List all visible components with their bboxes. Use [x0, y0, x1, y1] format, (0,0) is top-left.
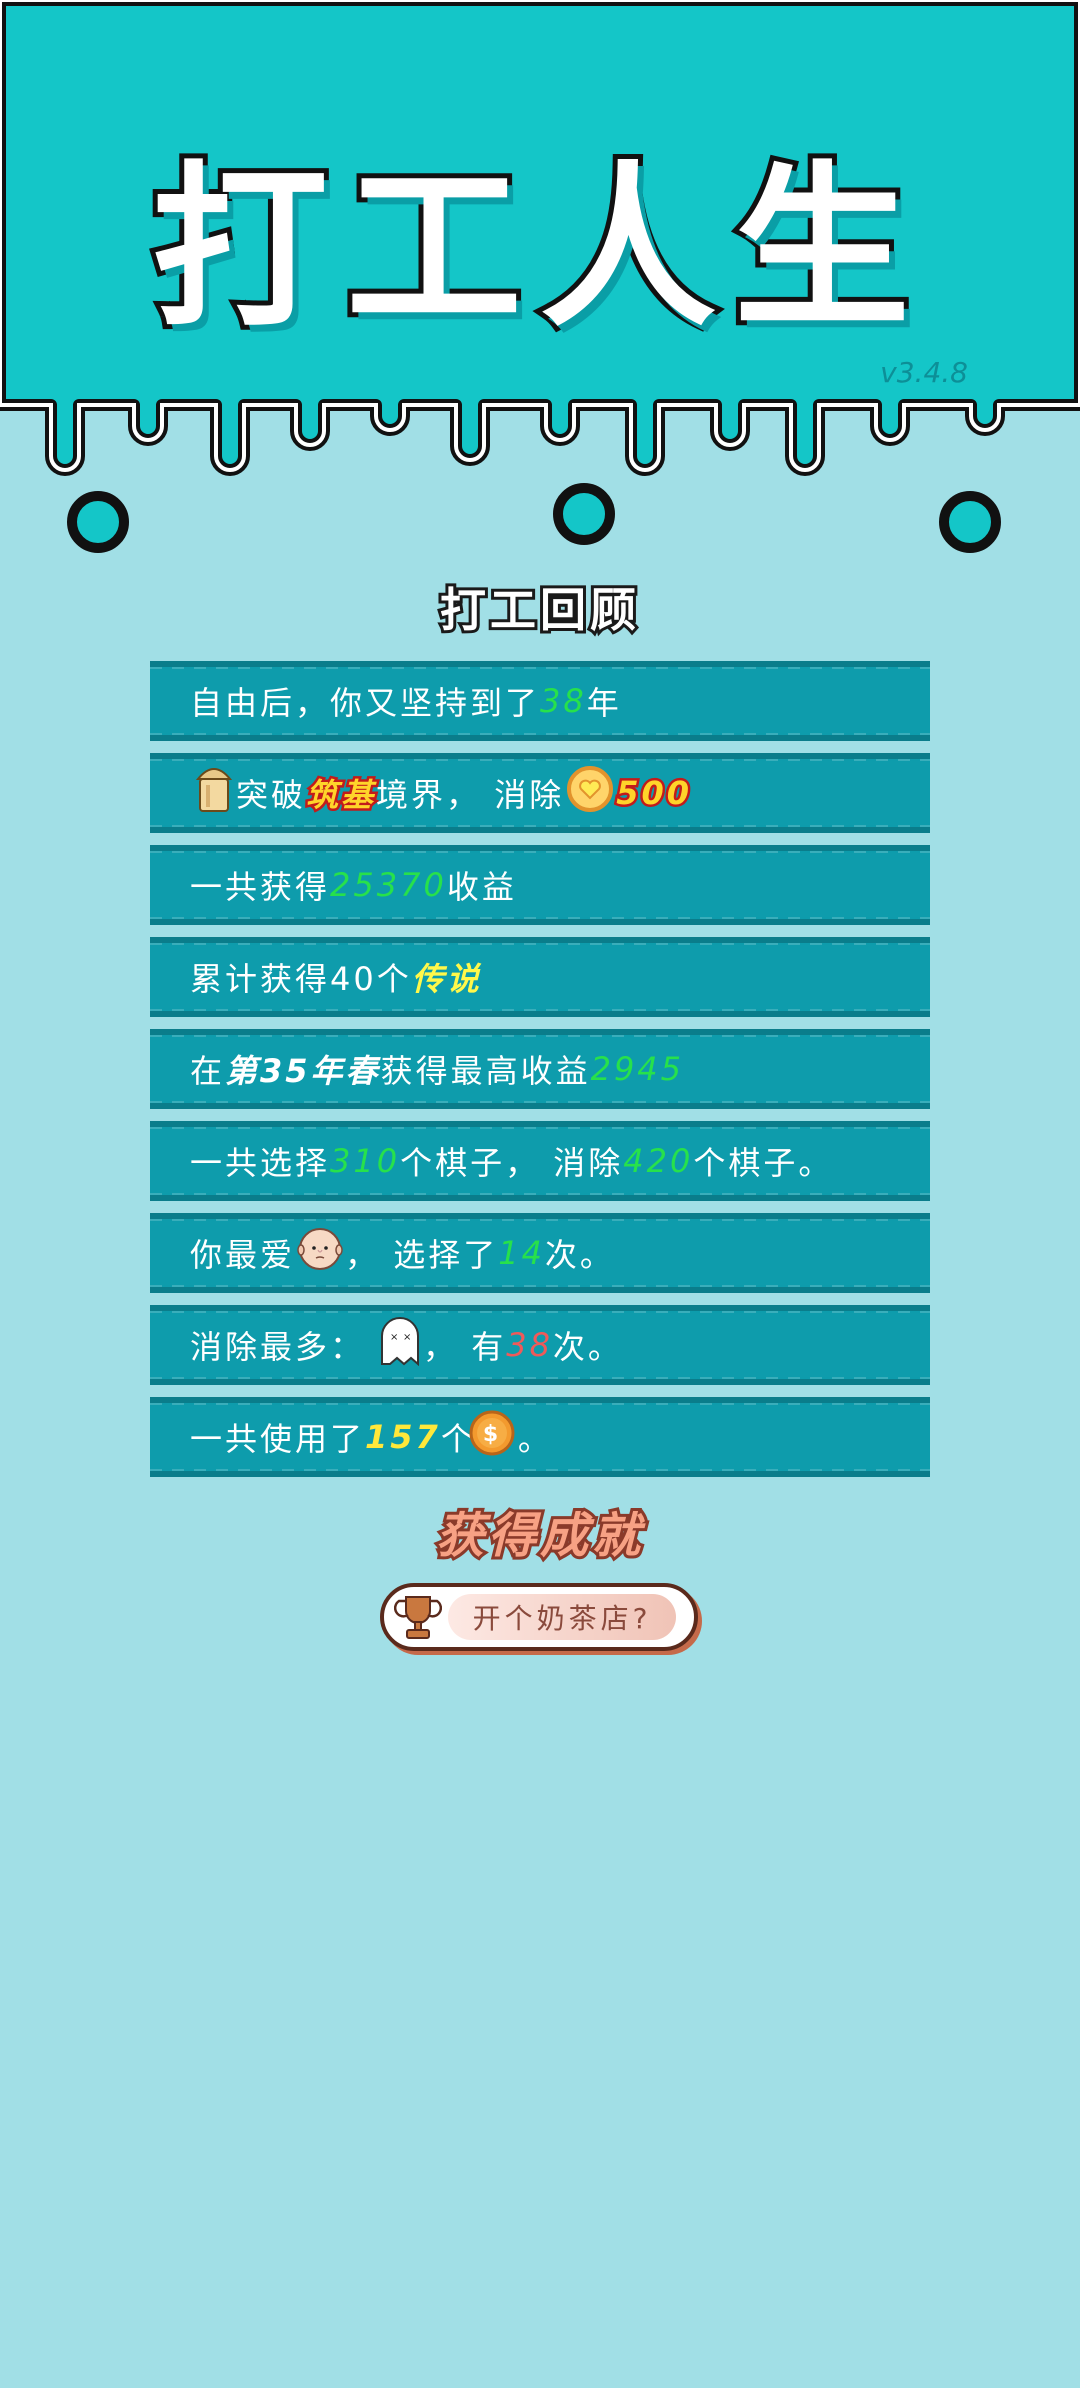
- stat-value: 157: [365, 1418, 441, 1456]
- dollar-coin-icon: $: [468, 1409, 516, 1465]
- stat-text: 。: [517, 1420, 553, 1458]
- svg-text:×: ×: [390, 1332, 401, 1343]
- achievement-badge[interactable]: 开个奶茶店?: [380, 1583, 698, 1651]
- stat-text: 个棋子， 消除: [400, 1144, 624, 1182]
- stat-row-best-income: 在 第35年春 获得最高收益 2945: [150, 1029, 930, 1109]
- stat-row-most-eliminated: 消除最多： × × ， 有 38 次。: [150, 1305, 930, 1385]
- drip-drop: [67, 491, 129, 553]
- heart-coin-icon: [566, 765, 614, 821]
- stat-value: 传说: [411, 960, 482, 998]
- stat-text: 个棋子。: [693, 1144, 834, 1182]
- bucket-icon: [194, 763, 234, 823]
- stat-row-realm: 突破 筑基 境界， 消除 500: [150, 753, 930, 833]
- stat-value: 38: [506, 1326, 553, 1364]
- stat-text: 年: [586, 684, 622, 722]
- stat-text: 在: [190, 1052, 226, 1090]
- stat-value: 14: [498, 1234, 545, 1272]
- stat-value: 500: [614, 772, 693, 815]
- trophy-icon: [394, 1593, 442, 1647]
- achievement-title: 获得成就: [433, 1505, 644, 1567]
- stat-row-favorite: 你最爱 ， 选择了 14 次。: [150, 1213, 930, 1293]
- achievement-badge-label: 开个奶茶店?: [448, 1594, 676, 1640]
- stat-text: 次。: [552, 1328, 623, 1366]
- review-section-title: 打工回顾: [437, 580, 640, 640]
- stat-text: 收益: [446, 868, 517, 906]
- stat-text: ， 选择了: [345, 1236, 499, 1274]
- stat-value: 420: [623, 1142, 694, 1180]
- stat-text: ， 有: [423, 1328, 507, 1366]
- stat-row-legendary: 累计获得40个 传说: [150, 937, 930, 1017]
- stat-value: 310: [330, 1142, 401, 1180]
- stat-text: 一共选择: [190, 1144, 331, 1182]
- stat-text: 你最爱: [190, 1236, 296, 1274]
- stat-row-years: 自由后，你又坚持到了 38 年: [150, 661, 930, 741]
- stat-text: 突破: [236, 776, 307, 814]
- stat-season: 第35年春: [225, 1052, 381, 1090]
- stat-text: 次。: [544, 1236, 615, 1274]
- stat-text: 消除最多：: [190, 1328, 366, 1366]
- stat-value: 38: [540, 682, 587, 720]
- stat-text: 累计获得40个: [190, 960, 412, 998]
- stat-row-income: 一共获得 25370 收益: [150, 845, 930, 925]
- stat-value: 2945: [590, 1050, 685, 1088]
- stat-row-pieces: 一共选择 310 个棋子， 消除 420 个棋子。: [150, 1121, 930, 1201]
- svg-text:$: $: [483, 1422, 501, 1447]
- app-title: 打工人生: [147, 141, 928, 356]
- drip-drop: [553, 483, 615, 545]
- svg-text:×: ×: [403, 1332, 414, 1343]
- header-drip-banner: 打工人生 v3.4.8: [0, 0, 1080, 560]
- ghost-icon: × ×: [379, 1316, 421, 1374]
- stat-text: 一共使用了: [190, 1420, 366, 1458]
- stat-text: 一共获得: [190, 868, 331, 906]
- bald-man-face-icon: [297, 1226, 343, 1280]
- stat-value: 25370: [330, 866, 447, 904]
- stat-text: 获得最高收益: [380, 1052, 591, 1090]
- drip-drop: [939, 491, 1001, 553]
- stat-row-coins: 一共使用了 157 个 $ 。: [150, 1397, 930, 1477]
- realm-name: 筑基: [304, 774, 377, 817]
- stat-text: 自由后，你又坚持到了: [190, 684, 541, 722]
- version-label: v3.4.8: [880, 356, 968, 389]
- stat-text: 境界， 消除: [376, 776, 565, 814]
